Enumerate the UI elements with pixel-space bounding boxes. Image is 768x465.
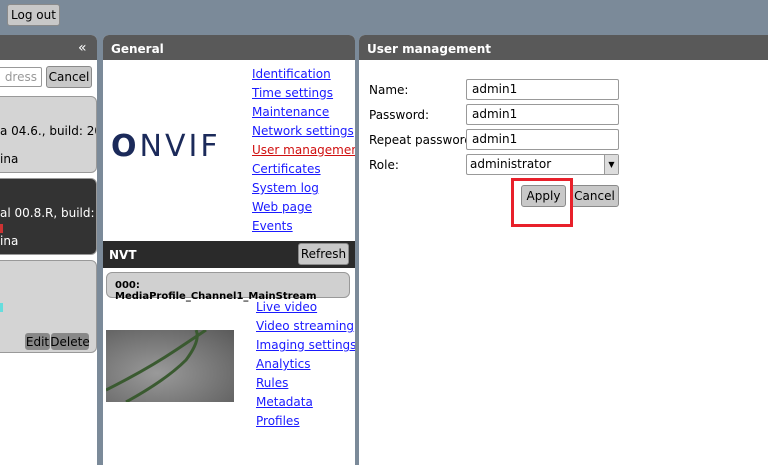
role-value: administrator: [470, 157, 552, 171]
link-certificates[interactable]: Certificates: [252, 162, 321, 176]
device-card[interactable]: Edit Delete: [0, 260, 97, 353]
general-panel: General ONVIF Identification Time setting…: [103, 35, 355, 465]
link-video-streaming[interactable]: Video streaming: [256, 319, 354, 333]
refresh-button[interactable]: Refresh: [298, 243, 349, 265]
role-select[interactable]: administrator ▼: [466, 154, 619, 175]
video-frame: [106, 330, 207, 402]
chevron-down-icon[interactable]: ▼: [604, 155, 618, 174]
link-identification[interactable]: Identification: [252, 67, 331, 81]
link-network-settings[interactable]: Network settings: [252, 124, 354, 138]
link-live-video[interactable]: Live video: [256, 300, 317, 314]
repeat-password-input[interactable]: admin1: [466, 129, 619, 150]
device-firmware: a 04.6., build: 201: [0, 124, 96, 138]
video-thumbnail[interactable]: [106, 330, 234, 402]
link-profiles[interactable]: Profiles: [256, 414, 300, 428]
link-web-page[interactable]: Web page: [252, 200, 312, 214]
device-firmware: al 00.8.R, build: 2: [0, 206, 97, 220]
user-management-panel: User management Name: admin1 Password: a…: [359, 35, 768, 465]
link-analytics[interactable]: Analytics: [256, 357, 311, 371]
onvif-logo: ONVIF: [111, 129, 221, 164]
name-input[interactable]: admin1: [466, 79, 619, 100]
password-label: Password:: [369, 108, 430, 122]
delete-button[interactable]: Delete: [50, 333, 90, 350]
top-bar: [0, 0, 768, 30]
collapse-icon[interactable]: «: [78, 40, 87, 56]
device-location: ina: [0, 152, 19, 166]
edit-button[interactable]: Edit: [25, 333, 50, 350]
link-maintenance[interactable]: Maintenance: [252, 105, 329, 119]
device-card-selected[interactable]: al 00.8.R, build: 2 ina: [0, 178, 97, 255]
profile-selector[interactable]: 000: MediaProfile_Channel1_MainStream: [106, 272, 350, 302]
link-rules[interactable]: Rules: [256, 376, 288, 390]
role-label: Role:: [369, 158, 399, 172]
general-header: General: [103, 35, 355, 60]
password-input[interactable]: admin1: [466, 104, 619, 125]
cancel-button[interactable]: Cancel: [570, 185, 619, 207]
highlight-box: [511, 178, 573, 227]
user-management-header: User management: [359, 35, 768, 60]
search-input[interactable]: dress: [0, 67, 42, 87]
search-cancel-button[interactable]: Cancel: [46, 66, 92, 88]
link-user-management[interactable]: User management: [252, 143, 355, 157]
link-time-settings[interactable]: Time settings: [252, 86, 333, 100]
device-list-panel: « dress Cancel a 04.6., build: 201 ina a…: [0, 35, 97, 465]
link-events[interactable]: Events: [252, 219, 293, 233]
device-location: ina: [0, 234, 19, 248]
repeat-password-label: Repeat password:: [369, 133, 477, 147]
link-imaging-settings[interactable]: Imaging settings: [256, 338, 355, 352]
status-mark: [0, 303, 3, 312]
device-card[interactable]: a 04.6., build: 201 ina: [0, 96, 97, 173]
link-system-log[interactable]: System log: [252, 181, 319, 195]
name-label: Name:: [369, 83, 409, 97]
status-mark: [0, 224, 3, 233]
logout-button[interactable]: Log out: [7, 4, 60, 26]
link-metadata[interactable]: Metadata: [256, 395, 313, 409]
